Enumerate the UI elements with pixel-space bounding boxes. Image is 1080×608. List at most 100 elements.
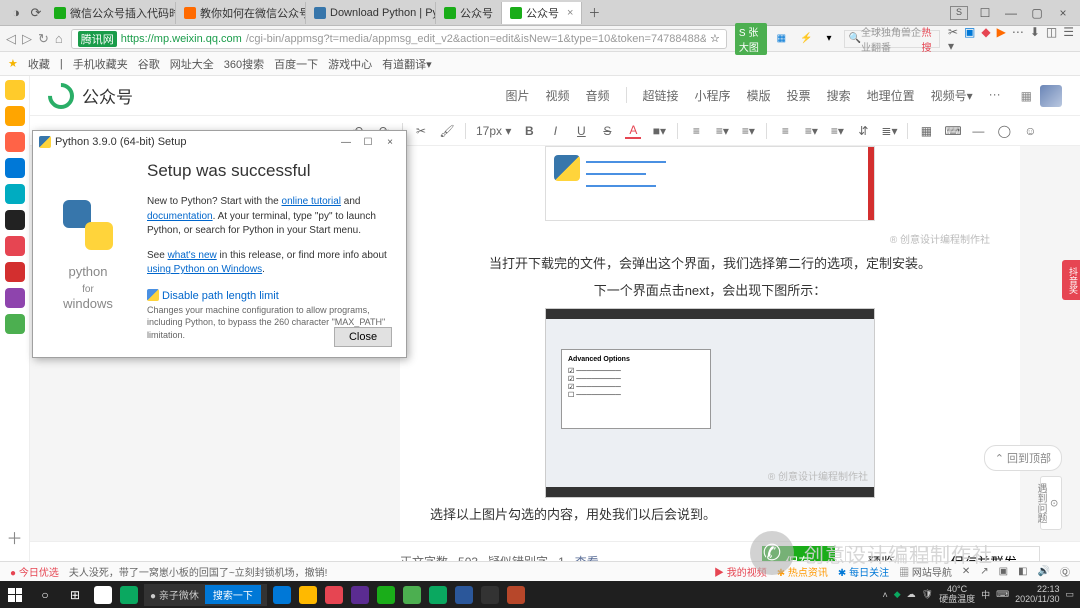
docs-link[interactable]: documentation (147, 211, 213, 222)
nav-forward-icon[interactable]: ▷ (22, 31, 32, 47)
scissors-icon[interactable]: ✂▾ (948, 25, 958, 53)
tab-2[interactable]: 教你如何在微信公众号优雅的发 (176, 2, 306, 24)
taskbar-app[interactable] (321, 581, 347, 608)
tray-icon[interactable]: ◆ (894, 589, 901, 600)
tray-weather[interactable]: 40°C 硬盘温度 (939, 585, 975, 605)
emoji-button[interactable]: ☺ (1022, 124, 1038, 138)
italic-button[interactable]: I (547, 124, 563, 138)
taskbar-app[interactable] (503, 581, 529, 608)
taskbar-app[interactable] (347, 581, 373, 608)
rail-app[interactable] (5, 106, 25, 126)
code-button[interactable]: ⌨ (944, 124, 960, 138)
bg-color-button[interactable]: ■▾ (651, 124, 667, 138)
bm-item[interactable]: 手机收藏夹 (73, 56, 128, 72)
rail-app[interactable] (5, 132, 25, 152)
list-button[interactable]: ≡▾ (803, 124, 819, 138)
tray-icon[interactable]: 🛡 (922, 589, 933, 600)
tray-clock[interactable]: 22:13 2020/11/30 (1015, 585, 1059, 605)
taskbar-app[interactable] (269, 581, 295, 608)
wx-menu-item[interactable]: 地理位置 (867, 87, 915, 104)
bm-item[interactable]: 360搜索 (224, 56, 264, 72)
top-search-input[interactable]: 🔍 全球独角兽企业翻番 热搜 (844, 30, 940, 48)
wx-grid-icon[interactable]: ▦ (1021, 89, 1032, 103)
wx-avatar[interactable] (1040, 85, 1062, 107)
list-button[interactable]: ≡ (777, 124, 793, 138)
tray-ime-icon[interactable]: 中 (981, 588, 990, 601)
taskbar-app[interactable] (373, 581, 399, 608)
document-body[interactable]: ® 创意设计编程制作社 当打开下载完的文件，会弹出这个界面，我们选择第二行的选项… (400, 146, 1020, 541)
refresh-icon[interactable]: ⟳ (26, 3, 46, 23)
font-color-button[interactable]: A (625, 123, 641, 139)
taskbar-app[interactable] (451, 581, 477, 608)
status-icon[interactable]: Ⓠ (1060, 564, 1070, 579)
wx-menu-item[interactable]: 搜索 (827, 87, 851, 104)
ext-icon[interactable]: ▦ (773, 32, 790, 45)
nav-back-icon[interactable]: ◁ (6, 31, 16, 47)
window-restore-icon[interactable]: ☐ (976, 6, 994, 20)
underline-button[interactable]: U (573, 124, 589, 138)
taskbar-app[interactable] (399, 581, 425, 608)
ext-green-chip[interactable]: S 张大图 (735, 23, 767, 55)
bm-item[interactable]: 谷歌 (138, 56, 160, 72)
align-button[interactable]: ≡▾ (714, 124, 730, 138)
ext-flash-icon[interactable]: ⚡ (796, 32, 816, 45)
wx-menu-item[interactable]: 图片 (505, 87, 529, 104)
rail-app[interactable] (5, 80, 25, 100)
news-ticker[interactable]: 夫人没死，带了一窝崽小板的回国了~立刻封锁机场，撤销! (69, 564, 328, 579)
wx-menu-more-icon[interactable]: ··· (989, 87, 1001, 104)
browser-menu-icon[interactable]: ◑ (6, 3, 26, 23)
status-icon[interactable]: ▣ (999, 566, 1008, 577)
window-maximize-icon[interactable]: ▢ (1028, 6, 1046, 20)
nav-home-icon[interactable]: ⌂ (55, 31, 63, 47)
bm-item[interactable]: 有道翻译▾ (382, 56, 432, 72)
taskbar-app[interactable] (425, 581, 451, 608)
list-button[interactable]: ≡▾ (829, 124, 845, 138)
wx-menu-item[interactable]: 小程序 (695, 87, 731, 104)
taskbar-app[interactable] (477, 581, 503, 608)
status-icon[interactable]: ◧ (1018, 566, 1027, 577)
wx-menu-item[interactable]: 投票 (787, 87, 811, 104)
taskbar-app[interactable] (295, 581, 321, 608)
ext-blue-icon[interactable]: ▣ (964, 25, 975, 53)
wx-menu-item[interactable]: 模版 (747, 87, 771, 104)
brush-icon[interactable]: 🖌 (439, 124, 455, 138)
today-pick-label[interactable]: ● 今日优选 (10, 564, 59, 579)
tray-icon[interactable]: ☁ (907, 589, 916, 600)
tray-notifications-icon[interactable]: ▭ (1065, 589, 1074, 600)
status-link[interactable]: ▶ 我的视频 (714, 564, 767, 579)
status-icon[interactable]: 🔊 (1038, 566, 1050, 577)
status-icon[interactable]: ↗ (980, 566, 988, 577)
ext-more-icon[interactable]: ⋯ (1012, 25, 1024, 53)
status-link[interactable]: ✱ 热点资讯 (777, 564, 828, 579)
table-button[interactable]: ▦ (918, 124, 934, 138)
strike-button[interactable]: S (599, 124, 615, 138)
bm-item[interactable]: 网址大全 (170, 56, 214, 72)
window-close-icon[interactable]: × (1054, 6, 1072, 20)
rail-app[interactable] (5, 210, 25, 230)
tab-5-active[interactable]: 公众号× (502, 2, 582, 24)
wx-menu-item[interactable]: 音频 (586, 87, 610, 104)
address-star-icon[interactable]: ☆ (710, 32, 720, 45)
start-button[interactable] (0, 581, 30, 608)
tab-1[interactable]: 微信公众号插入代码时什么要思... (46, 2, 176, 24)
dialog-titlebar[interactable]: Python 3.9.0 (64-bit) Setup — ☐ × (33, 131, 406, 153)
dialog-minimize-icon[interactable]: — (336, 134, 356, 150)
wx-menu-item[interactable]: 超链接 (643, 87, 679, 104)
bookmark-star-icon[interactable]: ★ (8, 57, 18, 70)
indent-button[interactable]: ≣▾ (881, 124, 897, 138)
fontsize-select[interactable]: 17px ▾ (476, 124, 511, 138)
taskbar-app[interactable] (90, 581, 116, 608)
taskbar-search-button[interactable]: 搜索一下 (205, 585, 261, 604)
tray-keyboard-icon[interactable]: ⌨ (996, 589, 1009, 600)
window-minimize-icon[interactable]: — (1002, 6, 1020, 20)
cortana-icon[interactable]: ○ (30, 581, 60, 608)
back-to-top-button[interactable]: ⌃ 回到顶部 (984, 445, 1062, 471)
bm-item[interactable]: 百度一下 (274, 56, 318, 72)
close-button[interactable]: Close (334, 327, 392, 347)
help-float-button[interactable]: ⊙遇到问题 (1040, 476, 1062, 530)
taskbar-search[interactable]: ● 亲子微休 搜索一下 (144, 584, 267, 606)
promo-red-tab[interactable]: 抖音奖 (1062, 260, 1080, 300)
address-input[interactable]: 腾讯网 https://mp.weixin.qq.com/cgi-bin/app… (71, 29, 727, 49)
cut-icon[interactable]: ✂ (413, 124, 429, 138)
rail-app[interactable] (5, 262, 25, 282)
